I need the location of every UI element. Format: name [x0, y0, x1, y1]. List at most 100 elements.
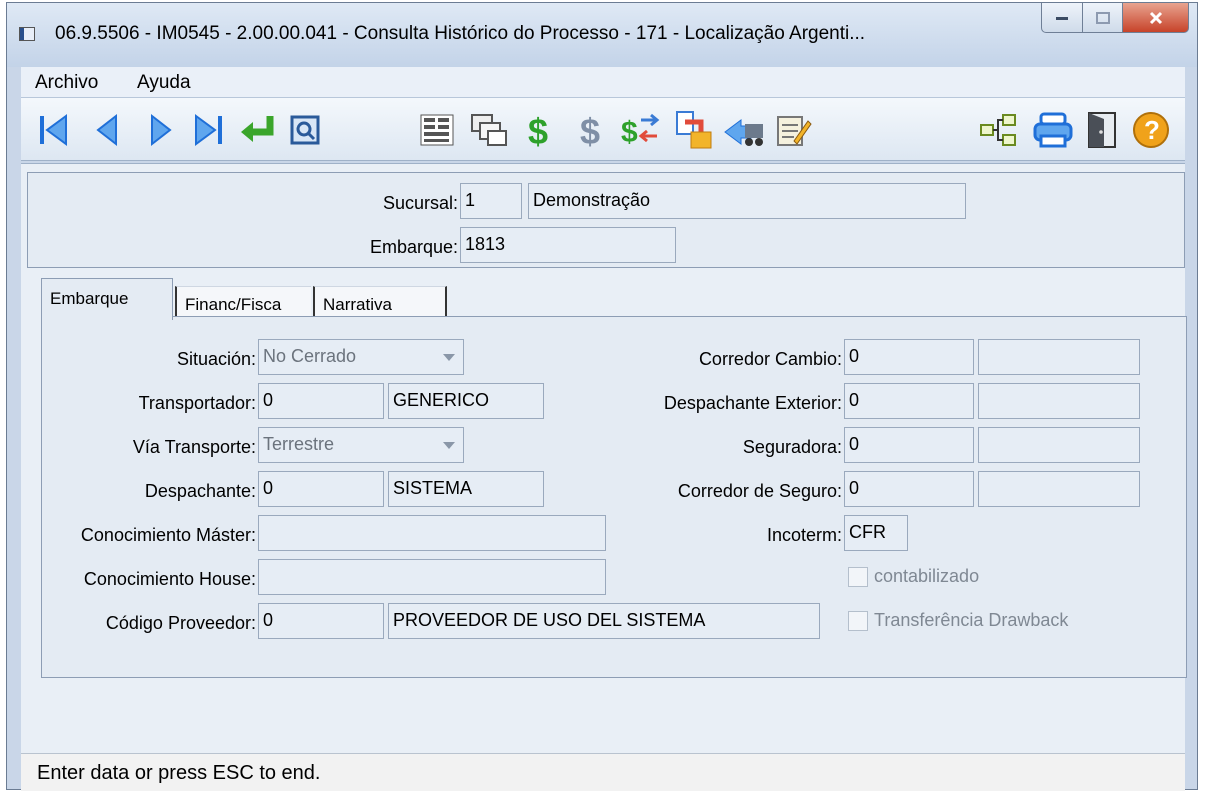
via-transporte-label: Vía Transporte:	[132, 437, 256, 457]
svg-text:$: $	[580, 112, 600, 148]
app-window: 06.9.5506 - IM0545 - 2.00.00.041 - Consu…	[6, 2, 1198, 791]
green-dollar-icon: $	[528, 112, 548, 148]
close-icon	[1149, 11, 1162, 24]
tab-narrativa[interactable]: Narrativa	[313, 286, 447, 318]
conocimiento-master-field[interactable]	[258, 515, 606, 551]
view-icon	[290, 115, 320, 145]
incoterm-label: Incoterm:	[766, 525, 842, 545]
transportador-name-field[interactable]: GENERICO	[388, 383, 544, 419]
windows-icon	[471, 114, 507, 146]
corredor-cambio-code-field[interactable]: 0	[844, 339, 974, 375]
despachante-code-field[interactable]: 0	[258, 471, 384, 507]
exit-door-icon	[1088, 112, 1116, 148]
last-record-icon	[195, 114, 222, 146]
green-dollar-button[interactable]: $	[521, 110, 561, 150]
embarque-tab-panel: Situación: No Cerrado Transportador: 0 G…	[41, 316, 1187, 678]
svg-text:$: $	[621, 116, 638, 148]
app-icon	[19, 27, 35, 41]
return-button[interactable]	[237, 110, 277, 150]
close-button[interactable]	[1123, 3, 1189, 33]
via-transporte-select[interactable]: Terrestre	[258, 427, 464, 463]
export-button[interactable]	[673, 110, 713, 150]
header-panel: Sucursal: 1 Demonstração Embarque: 1813	[27, 172, 1185, 268]
next-record-icon	[151, 113, 172, 147]
notes-button[interactable]	[773, 110, 813, 150]
proveedor-code-field[interactable]: 0	[258, 603, 384, 639]
svg-text:?: ?	[1144, 115, 1160, 145]
chevron-down-icon	[443, 442, 455, 449]
despachante-exterior-code-field[interactable]: 0	[844, 383, 974, 419]
seguradora-code-field[interactable]: 0	[844, 427, 974, 463]
print-icon	[1033, 112, 1073, 148]
view-button[interactable]	[285, 110, 325, 150]
tab-financ-fisca[interactable]: Financ/Fisca	[175, 286, 311, 318]
drawback-label: Transferência Drawback	[874, 610, 1069, 630]
contabilizado-label: contabilizado	[874, 566, 980, 586]
corredor-seguro-label: Corredor de Seguro:	[677, 481, 842, 501]
embarque-label: Embarque:	[369, 237, 458, 257]
codigo-proveedor-label: Código Proveedor:	[105, 613, 256, 633]
transport-button[interactable]	[723, 110, 763, 150]
via-transporte-value: Terrestre	[263, 434, 335, 454]
dollar-transfer-icon: $	[621, 113, 660, 148]
seguradora-label: Seguradora:	[742, 437, 842, 457]
previous-record-button[interactable]	[87, 110, 127, 150]
window-title: 06.9.5506 - IM0545 - 2.00.00.041 - Consu…	[55, 23, 866, 44]
sucursal-code-field[interactable]: 1	[460, 183, 522, 219]
sucursal-label: Sucursal:	[382, 193, 458, 213]
gray-dollar-icon: $	[580, 112, 600, 148]
drawback-checkbox[interactable]	[848, 611, 868, 631]
exit-button[interactable]	[1083, 110, 1123, 150]
embarque-field[interactable]: 1813	[460, 227, 676, 263]
minimize-button[interactable]	[1041, 3, 1083, 33]
title-bar: 06.9.5506 - IM0545 - 2.00.00.041 - Consu…	[7, 3, 1197, 67]
export-icon	[676, 111, 712, 149]
window-controls	[1041, 3, 1189, 43]
situacion-select[interactable]: No Cerrado	[258, 339, 464, 375]
gray-dollar-button[interactable]: $	[573, 110, 613, 150]
despachante-name-field[interactable]: SISTEMA	[388, 471, 544, 507]
conocimiento-house-field[interactable]	[258, 559, 606, 595]
transport-icon	[724, 119, 763, 146]
list-button[interactable]	[417, 110, 457, 150]
list-icon	[420, 114, 454, 146]
dollar-transfer-button[interactable]: $	[621, 110, 661, 150]
incoterm-field[interactable]: CFR	[844, 515, 908, 551]
tab-embarque[interactable]: Embarque	[41, 278, 173, 320]
maximize-button[interactable]	[1083, 3, 1123, 33]
chevron-down-icon	[443, 354, 455, 361]
sucursal-name-field[interactable]: Demonstração	[528, 183, 966, 219]
help-button[interactable]: ?	[1131, 110, 1171, 150]
corredor-seguro-code-field[interactable]: 0	[844, 471, 974, 507]
status-bar: Enter data or press ESC to end.	[21, 753, 1185, 791]
transportador-label: Transportador:	[138, 393, 256, 413]
notes-icon	[777, 116, 812, 146]
svg-text:$: $	[528, 112, 548, 148]
minimize-icon	[1056, 16, 1068, 20]
despachante-label: Despachante:	[144, 481, 256, 501]
print-button[interactable]	[1033, 110, 1073, 150]
contabilizado-checkbox[interactable]	[848, 567, 868, 587]
previous-record-icon	[96, 113, 117, 147]
transportador-code-field[interactable]: 0	[258, 383, 384, 419]
proveedor-name-field[interactable]: PROVEEDOR DE USO DEL SISTEMA	[388, 603, 820, 639]
despachante-exterior-name-field[interactable]	[978, 383, 1140, 419]
menu-archivo[interactable]: Archivo	[35, 72, 98, 94]
menu-bar: Archivo Ayuda	[21, 67, 1185, 97]
corredor-seguro-name-field[interactable]	[978, 471, 1140, 507]
tree-button[interactable]	[979, 110, 1019, 150]
conocimiento-master-label: Conocimiento Máster:	[80, 525, 256, 545]
despachante-exterior-label: Despachante Exterior:	[663, 393, 842, 413]
first-record-button[interactable]	[33, 110, 73, 150]
conocimiento-house-label: Conocimiento House:	[83, 569, 256, 589]
toolbar: $ $ $ ?	[21, 97, 1185, 161]
situacion-label: Situación:	[176, 349, 256, 369]
next-record-button[interactable]	[141, 110, 181, 150]
menu-ayuda[interactable]: Ayuda	[137, 72, 191, 94]
corredor-cambio-name-field[interactable]	[978, 339, 1140, 375]
help-icon: ?	[1133, 112, 1169, 148]
windows-button[interactable]	[469, 110, 509, 150]
seguradora-name-field[interactable]	[978, 427, 1140, 463]
corredor-cambio-label: Corredor Cambio:	[698, 349, 842, 369]
last-record-button[interactable]	[189, 110, 229, 150]
